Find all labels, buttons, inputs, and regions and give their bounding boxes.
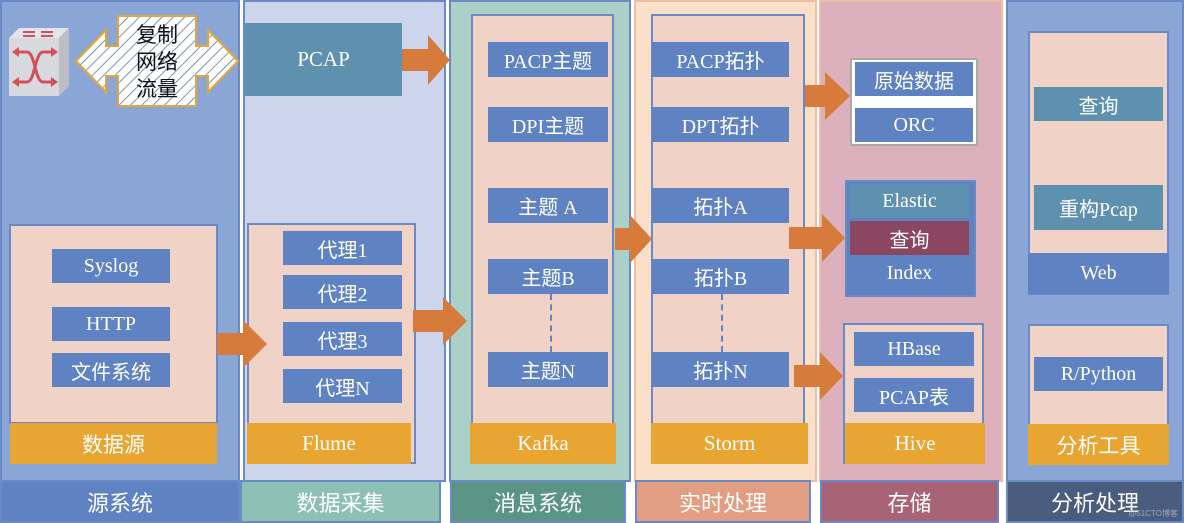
- topology-b: 拓扑B: [652, 259, 789, 294]
- agent-1: 代理1: [283, 231, 402, 265]
- orc-box: ORC: [855, 108, 973, 142]
- mirror-traffic-label: 复制 网络 流量: [136, 22, 178, 101]
- topology-ellipsis-line: [721, 294, 723, 352]
- elastic-query-box: 查询: [850, 221, 969, 255]
- topic-dpi: DPI主题: [488, 107, 608, 142]
- topic-n: 主题N: [488, 352, 608, 387]
- source-tool-label: 数据源: [10, 423, 217, 464]
- footer-data-collection: 数据采集: [240, 480, 441, 523]
- hive-tool-label: Hive: [845, 423, 985, 464]
- footer-message-system: 消息系统: [450, 480, 626, 523]
- source-item-syslog: Syslog: [52, 249, 170, 283]
- r-python-box: R/Python: [1034, 357, 1163, 391]
- topology-a: 拓扑A: [652, 188, 789, 223]
- arrow-storm-to-raw: [805, 72, 850, 120]
- index-label: Index: [886, 261, 933, 284]
- source-item-filesystem: 文件系统: [52, 353, 170, 387]
- topology-dpt: DPT拓扑: [652, 107, 789, 142]
- topic-ellipsis-line: [550, 294, 552, 352]
- raw-data-box: 原始数据: [855, 62, 973, 96]
- footer-storage: 存储: [820, 480, 999, 523]
- hbase-box: HBase: [854, 332, 974, 366]
- watermark: @51CTO博客: [1128, 509, 1178, 518]
- footer-realtime-processing: 实时处理: [635, 480, 811, 523]
- arrow-pcap-to-kafka: [402, 35, 450, 85]
- topology-pacp: PACP拓扑: [652, 42, 789, 77]
- footer-source-system: 源系统: [0, 480, 240, 523]
- agent-n: 代理N: [283, 369, 402, 403]
- arrow-source-to-flume: [217, 320, 267, 368]
- web-label: Web: [1028, 253, 1169, 294]
- topic-pacp: PACP主题: [488, 42, 608, 77]
- agent-3: 代理3: [283, 322, 402, 356]
- agent-2: 代理2: [283, 275, 402, 309]
- arrow-storm-to-elastic: [789, 214, 845, 262]
- arrow-flume-to-kafka: [413, 297, 467, 345]
- kafka-tool-label: Kafka: [470, 423, 616, 464]
- pcap-table-box: PCAP表: [854, 378, 974, 412]
- rebuild-pcap-box: 重构Pcap: [1034, 185, 1163, 230]
- arrow-kafka-to-storm: [615, 215, 652, 263]
- web-query-box: 查询: [1034, 87, 1163, 121]
- storm-panel: [651, 14, 805, 464]
- pcap-box: PCAP: [245, 23, 402, 96]
- mirror-traffic-double-arrow: 复制 网络 流量: [74, 14, 240, 108]
- elastic-box: Elastic: [850, 184, 969, 218]
- kafka-panel: [471, 14, 614, 464]
- analysis-tool-label: 分析工具: [1028, 424, 1169, 465]
- network-switch-icon: [9, 28, 69, 96]
- topic-b: 主题B: [488, 259, 608, 294]
- storm-tool-label: Storm: [651, 423, 808, 464]
- flume-tool-label: Flume: [247, 423, 411, 464]
- arrow-storm-to-hive: [794, 352, 843, 400]
- source-item-http: HTTP: [52, 307, 170, 341]
- topology-n: 拓扑N: [652, 352, 789, 387]
- topic-a: 主题 A: [488, 188, 608, 223]
